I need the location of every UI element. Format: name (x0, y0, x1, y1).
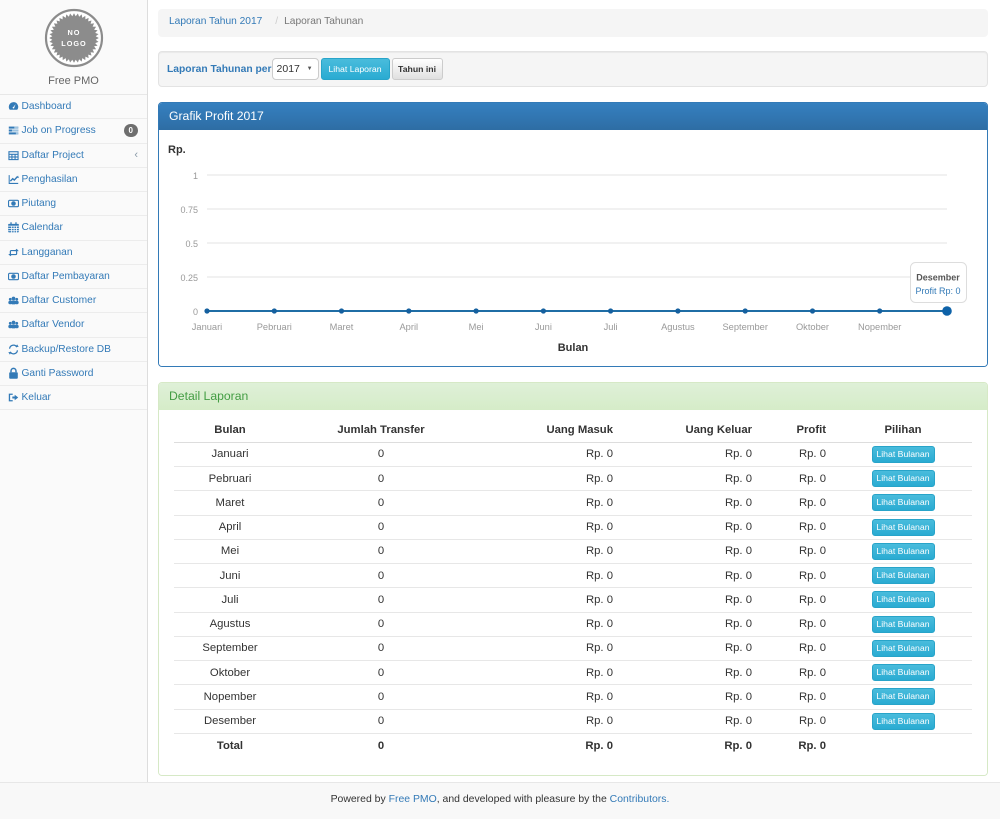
svg-text:Januari: Januari (192, 322, 223, 332)
svg-text:Pebruari: Pebruari (257, 322, 292, 332)
svg-text:LOGO: LOGO (61, 39, 87, 48)
svg-text:Desember: Desember (916, 273, 960, 283)
svg-text:Rp.: Rp. (168, 144, 186, 156)
svg-text:0.25: 0.25 (180, 273, 198, 283)
svg-text:April: April (399, 322, 418, 332)
svg-text:Mei: Mei (469, 322, 484, 332)
svg-text:Juli: Juli (604, 322, 618, 332)
svg-text:0.75: 0.75 (180, 205, 198, 215)
svg-text:Nopember: Nopember (858, 322, 901, 332)
svg-text:Juni: Juni (535, 322, 552, 332)
svg-text:Maret: Maret (330, 322, 354, 332)
svg-text:Profit Rp: 0: Profit Rp: 0 (915, 286, 960, 296)
svg-text:0: 0 (193, 307, 198, 317)
svg-text:Agustus: Agustus (661, 322, 695, 332)
svg-text:Oktober: Oktober (796, 322, 829, 332)
svg-text:0.5: 0.5 (185, 239, 198, 249)
svg-text:September: September (722, 322, 767, 332)
svg-text:1: 1 (193, 171, 198, 181)
svg-text:NO: NO (67, 28, 80, 37)
svg-text:Bulan: Bulan (558, 342, 589, 354)
